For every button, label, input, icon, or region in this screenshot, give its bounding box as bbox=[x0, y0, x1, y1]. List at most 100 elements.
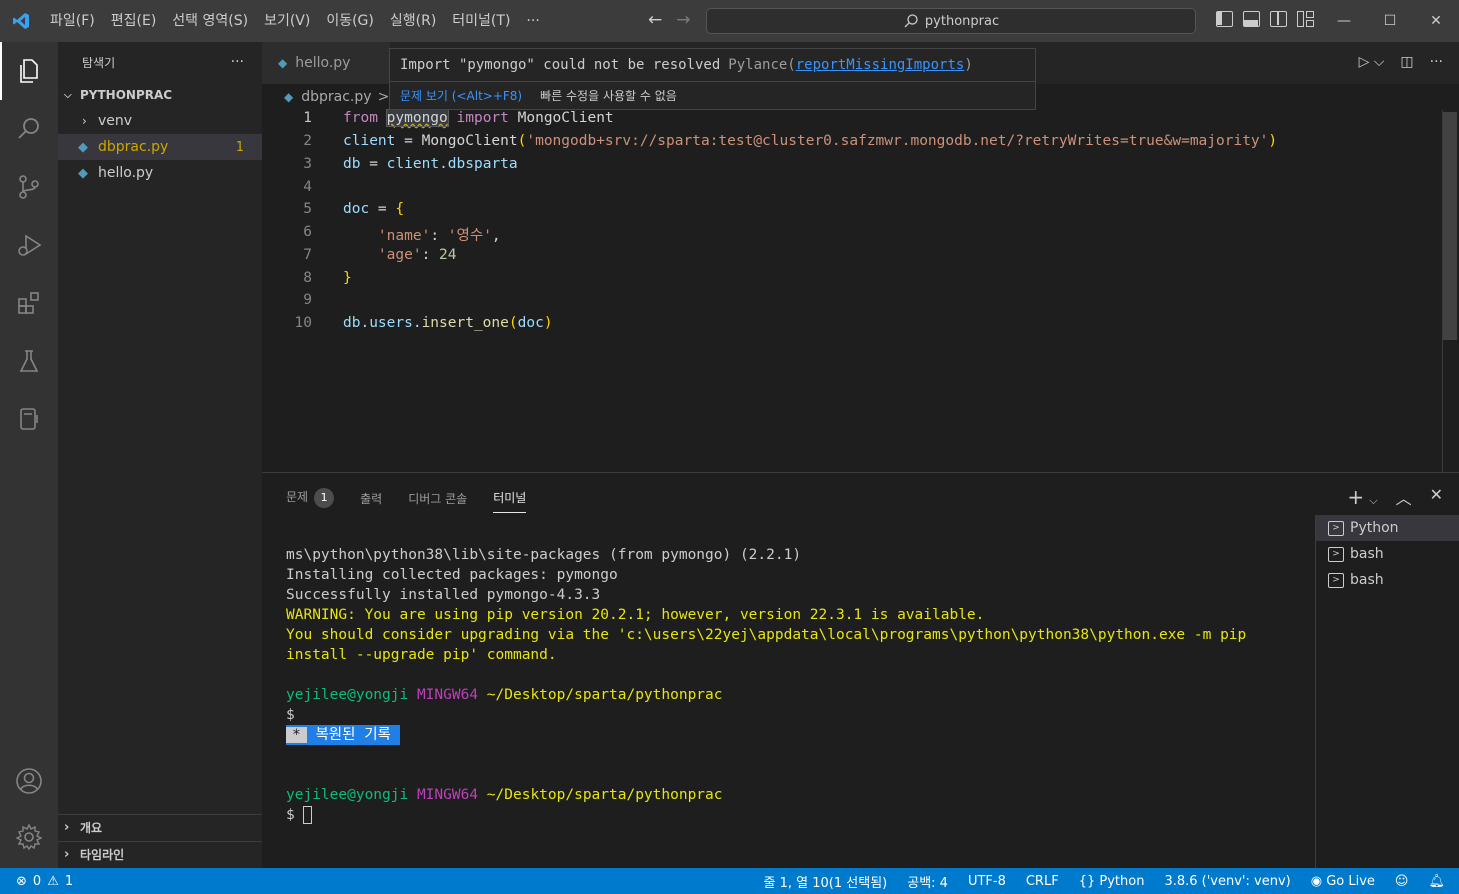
problems-status[interactable]: ⊗ 0 ⚠ 1 bbox=[0, 874, 73, 889]
line-number: 7 bbox=[303, 247, 312, 263]
menu-go[interactable]: 이동(G) bbox=[318, 0, 382, 42]
chevron-down-icon: ⌵ bbox=[1369, 494, 1378, 507]
code-line-7: 'age': 24 bbox=[343, 247, 457, 263]
tree-item-hello[interactable]: ◆ hello.py bbox=[58, 160, 262, 186]
terminal-instance-label: bash bbox=[1350, 546, 1384, 562]
operator: = bbox=[360, 156, 387, 172]
explorer-icon[interactable] bbox=[0, 42, 58, 100]
menu-terminal[interactable]: 터미널(T) bbox=[444, 0, 518, 42]
prompt-user: yejilee@yongji bbox=[286, 787, 409, 803]
breadcrumb-separator: > bbox=[377, 89, 390, 105]
close-button[interactable]: ✕ bbox=[1413, 0, 1459, 42]
hover-rule-link[interactable]: reportMissingImports bbox=[796, 57, 965, 73]
timeline-section[interactable]: › 타임라인 bbox=[58, 841, 262, 867]
toggle-secondary-sidebar-icon[interactable] bbox=[1270, 11, 1287, 27]
encoding[interactable]: UTF-8 bbox=[968, 874, 1006, 889]
menu-run[interactable]: 실행(R) bbox=[382, 0, 444, 42]
code-editor[interactable]: 1 2 3 4 5 6 7 8 9 10 from pymongo import… bbox=[262, 109, 1442, 472]
close-panel-icon[interactable]: ✕ bbox=[1430, 485, 1443, 509]
notifications-bell-icon[interactable]: 🔔︎ bbox=[1428, 874, 1445, 889]
language-mode[interactable]: {} Python bbox=[1079, 874, 1145, 889]
settings-gear-icon[interactable] bbox=[0, 808, 58, 866]
run-debug-icon[interactable] bbox=[0, 216, 58, 274]
prompt-shell: MINGW64 bbox=[416, 687, 479, 703]
breadcrumb: ◆ dbprac.py > bbox=[262, 84, 389, 110]
view-problem-link[interactable]: 문제 보기 (<Alt>+F8) bbox=[400, 87, 522, 104]
terminal-line: WARNING: You are using pip version 20.2.… bbox=[286, 607, 985, 623]
terminal-line: You should consider upgrading via the 'c… bbox=[286, 627, 1247, 643]
terminal-instance-bash[interactable]: > bash bbox=[1316, 541, 1459, 567]
python-interpreter[interactable]: 3.8.6 ('venv': venv) bbox=[1164, 874, 1290, 889]
line-number: 9 bbox=[303, 292, 312, 308]
terminal-prompt: yejilee@yongji MINGW64 ~/Desktop/sparta/… bbox=[286, 785, 1306, 805]
terminal-instance-bash[interactable]: > bash bbox=[1316, 567, 1459, 593]
toggle-sidebar-icon[interactable] bbox=[1216, 11, 1233, 27]
python-file-icon: ◆ bbox=[78, 165, 88, 181]
tab-terminal[interactable]: 터미널 bbox=[493, 489, 527, 513]
feedback-icon[interactable]: ☺ bbox=[1395, 874, 1409, 889]
variable: client bbox=[386, 156, 440, 172]
python-file-icon: ◆ bbox=[278, 56, 288, 70]
extensions-icon[interactable] bbox=[0, 274, 58, 332]
outline-section[interactable]: › 개요 bbox=[58, 814, 262, 840]
go-live-button[interactable]: ◉ Go Live bbox=[1311, 874, 1375, 889]
menu-file[interactable]: 파일(F) bbox=[42, 0, 103, 42]
customize-layout-icon[interactable] bbox=[1297, 11, 1314, 27]
prompt-user: yejilee@yongji bbox=[286, 687, 409, 703]
maximize-panel-icon[interactable]: ︿ bbox=[1396, 485, 1412, 509]
hover-source-end: ) bbox=[964, 57, 973, 73]
account-icon[interactable] bbox=[0, 752, 58, 810]
terminal-instance-label: Python bbox=[1350, 520, 1399, 536]
menu-edit[interactable]: 편집(E) bbox=[103, 0, 165, 42]
terminal-list: > Python > bash > bash bbox=[1315, 515, 1459, 869]
editor-scrollbar-thumb[interactable] bbox=[1443, 112, 1457, 340]
command-center[interactable]: pythonprac bbox=[706, 8, 1196, 34]
cursor-position[interactable]: 줄 1, 열 10(1 선택됨) bbox=[764, 872, 888, 891]
code-line-5: doc = { bbox=[343, 201, 404, 217]
indentation[interactable]: 공백: 4 bbox=[907, 872, 948, 891]
back-arrow-icon[interactable]: ← bbox=[648, 10, 662, 30]
toggle-panel-icon[interactable] bbox=[1243, 11, 1260, 27]
split-editor-icon[interactable]: ◫ bbox=[1400, 54, 1413, 70]
new-terminal-button[interactable]: + ⌵ bbox=[1347, 485, 1377, 509]
line-number: 1 bbox=[303, 110, 312, 126]
run-python-file-icon[interactable]: ▷ ⌵ bbox=[1359, 54, 1385, 70]
source-control-icon[interactable] bbox=[0, 158, 58, 216]
menu-more[interactable]: ··· bbox=[518, 0, 547, 42]
plus-icon: + bbox=[1347, 485, 1365, 509]
minimize-button[interactable]: — bbox=[1321, 0, 1367, 42]
forward-arrow-icon[interactable]: → bbox=[676, 10, 690, 30]
project-folder-header[interactable]: ⌵ PYTHONPRAC bbox=[58, 82, 262, 108]
string-literal: 'name' bbox=[377, 228, 431, 244]
broadcast-icon: ◉ bbox=[1310, 873, 1323, 889]
menu-selection[interactable]: 선택 영역(S) bbox=[164, 0, 256, 42]
terminal-output[interactable]: ms\python\python38\lib\site-packages (fr… bbox=[286, 525, 1306, 865]
tab-problems[interactable]: 문제 1 bbox=[286, 488, 335, 508]
testing-icon[interactable] bbox=[0, 332, 58, 390]
variable: doc bbox=[517, 315, 544, 331]
tab-debug-console[interactable]: 디버그 콘솔 bbox=[408, 490, 467, 507]
tree-item-venv[interactable]: › venv bbox=[58, 108, 262, 134]
tab-hello[interactable]: ◆ hello.py bbox=[262, 42, 390, 84]
menu-view[interactable]: 보기(V) bbox=[256, 0, 318, 42]
breadcrumb-file[interactable]: dbprac.py bbox=[301, 89, 371, 105]
terminal-instance-python[interactable]: > Python bbox=[1316, 515, 1459, 541]
code-line-2: client = MongoClient('mongodb+srv://spar… bbox=[343, 133, 1277, 149]
hover-source: Pylance( bbox=[728, 57, 796, 73]
tab-output[interactable]: 출력 bbox=[360, 490, 382, 507]
restored-star: * bbox=[286, 727, 307, 743]
more-actions-icon[interactable]: ··· bbox=[1430, 54, 1443, 70]
hover-message-row: Import "pymongo" could not be resolved P… bbox=[390, 49, 1035, 82]
string-literal: 'mongodb+srv://sparta:test@cluster0.safz… bbox=[526, 133, 1269, 149]
status-right: 줄 1, 열 10(1 선택됨) 공백: 4 UTF-8 CRLF {} Pyt… bbox=[764, 868, 1445, 894]
tree-item-dbprac[interactable]: ◆ dbprac.py 1 bbox=[58, 134, 262, 160]
remote-explorer-icon[interactable] bbox=[0, 390, 58, 448]
explorer-more-button[interactable]: ··· bbox=[231, 54, 244, 70]
terminal-prompt: yejilee@yongji MINGW64 ~/Desktop/sparta/… bbox=[286, 685, 1306, 705]
hover-actions-row: 문제 보기 (<Alt>+F8) 빠른 수정을 사용할 수 없음 bbox=[390, 82, 1035, 109]
line-ending[interactable]: CRLF bbox=[1026, 874, 1059, 889]
bracket: ) bbox=[1268, 133, 1278, 149]
maximize-button[interactable]: ☐ bbox=[1367, 0, 1413, 42]
problem-count-badge: 1 bbox=[235, 139, 244, 155]
search-icon[interactable] bbox=[0, 100, 58, 158]
